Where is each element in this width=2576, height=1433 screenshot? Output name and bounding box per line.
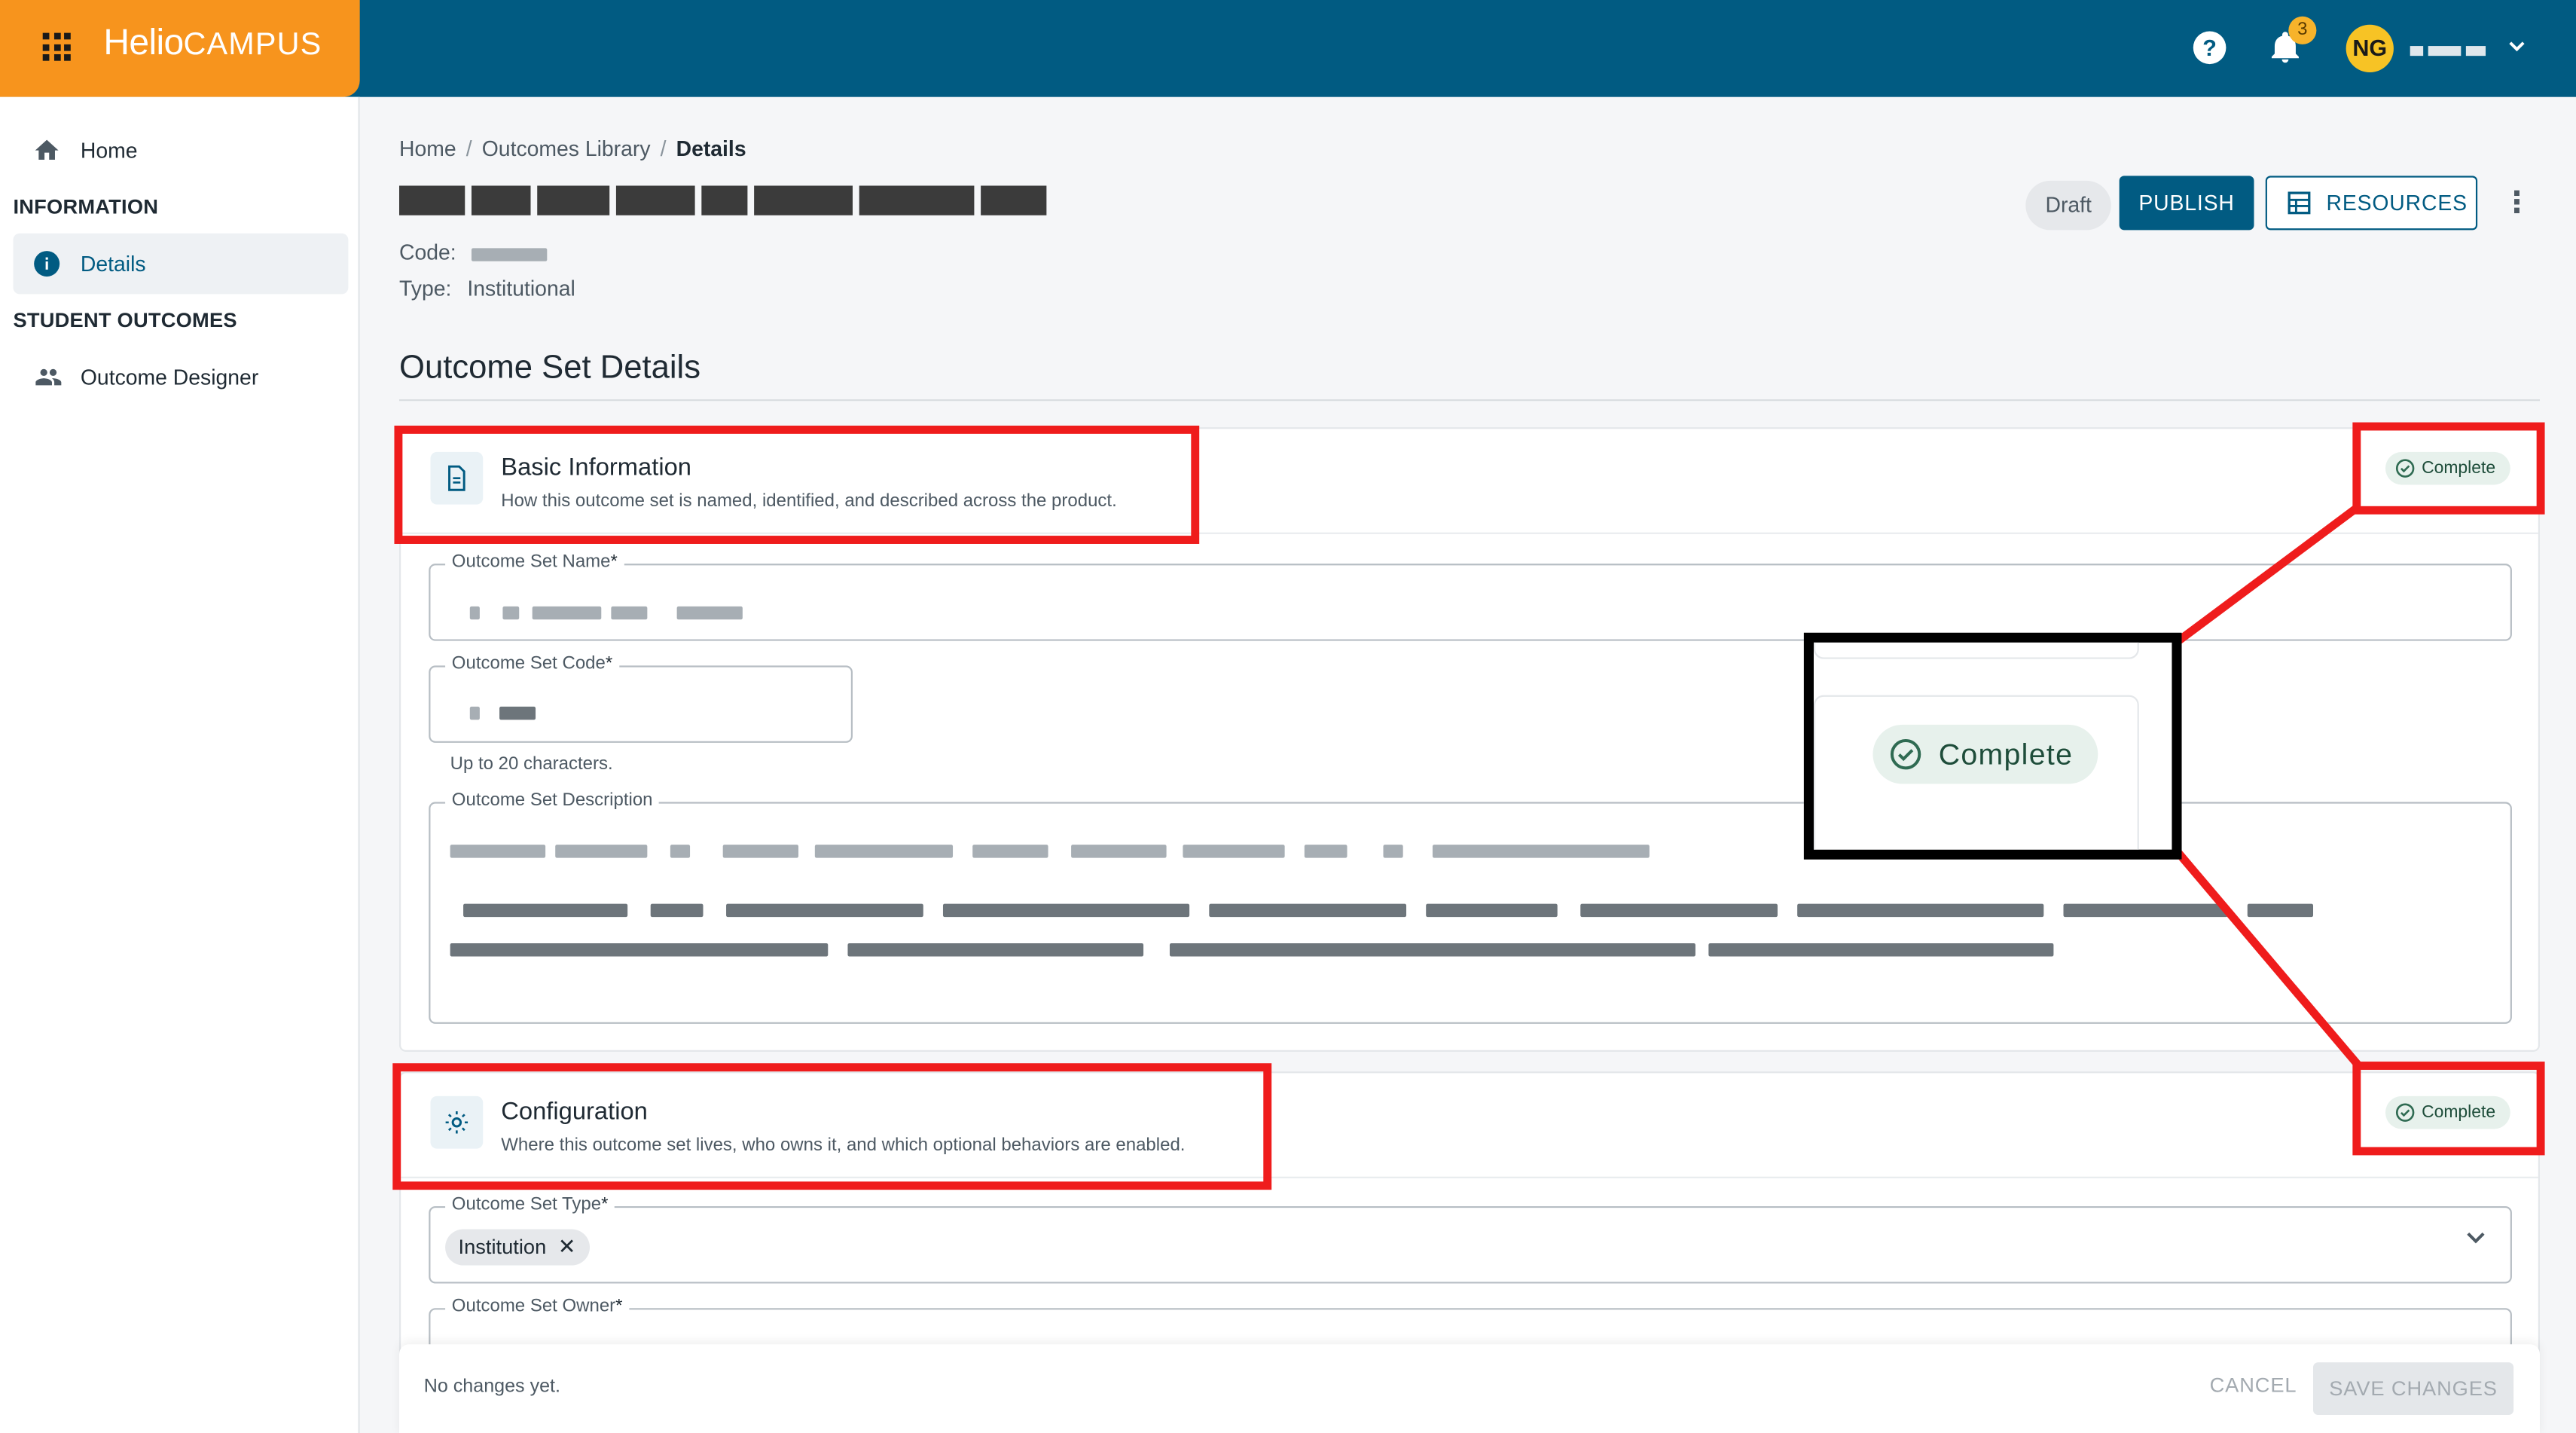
save-changes-button[interactable]: SAVE CHANGES	[2313, 1362, 2514, 1416]
field-label: Outcome Set Owner*	[445, 1296, 630, 1317]
sidebar-section-student-outcomes: STUDENT OUTCOMES	[13, 309, 237, 332]
chevron-down-icon[interactable]	[2507, 36, 2526, 61]
breadcrumb-current: Details	[676, 136, 746, 161]
breadcrumb-library-link[interactable]: Outcomes Library	[482, 136, 651, 161]
brand-area: HelioCAMPUS	[0, 0, 360, 97]
people-icon	[35, 368, 62, 386]
outcome-type-line: Type: Institutional	[399, 276, 575, 301]
highlight-basic-information-status	[2352, 422, 2545, 515]
sidebar: Home INFORMATION Details STUDENT OUTCOME…	[0, 96, 360, 1433]
outcome-code-line: Code:	[399, 240, 548, 264]
resources-button[interactable]: RESOURCES	[2265, 176, 2478, 231]
main-content: Home / Outcomes Library / Details Code: Type…	[360, 97, 2576, 1433]
cancel-button[interactable]: CANCEL	[2210, 1373, 2297, 1397]
chevron-down-icon[interactable]	[2465, 1226, 2488, 1254]
info-icon	[34, 251, 60, 277]
user-name-redacted[interactable]	[2410, 36, 2495, 60]
sidebar-item-label: Details	[80, 251, 146, 277]
highlight-basic-information-header	[394, 425, 1200, 544]
sidebar-item-label: Home	[80, 138, 138, 163]
notification-count-badge: 3	[2288, 16, 2317, 44]
outcome-set-description-field[interactable]: Outcome Set Description	[429, 790, 2512, 1024]
section-divider	[399, 399, 2541, 402]
highlight-configuration-status	[2352, 1062, 2545, 1156]
breadcrumb-separator: /	[465, 136, 472, 161]
sidebar-item-outcome-designer[interactable]: Outcome Designer	[0, 363, 360, 391]
help-icon[interactable]: ?	[2193, 31, 2227, 65]
more-options-icon[interactable]: ⋮	[2502, 182, 2532, 222]
field-value-redacted	[469, 698, 536, 728]
highlight-configuration-header	[392, 1063, 1272, 1190]
status-badge: Draft	[2025, 180, 2112, 231]
publish-button[interactable]: PUBLISH	[2119, 176, 2254, 231]
field-label: Outcome Set Description	[445, 790, 660, 811]
home-icon	[35, 139, 59, 160]
sidebar-section-information: INFORMATION	[13, 195, 159, 219]
section-title: Outcome Set Details	[399, 350, 701, 387]
zoom-card-edge	[1813, 642, 2139, 659]
user-avatar[interactable]: NG	[2346, 24, 2394, 72]
page-title-redacted	[399, 185, 1096, 222]
sidebar-item-details[interactable]: Details	[13, 233, 349, 295]
resources-label: RESOURCES	[2326, 191, 2468, 215]
type-label: Type:	[399, 276, 452, 301]
resources-icon	[2288, 191, 2311, 215]
selected-type-chip: Institution ✕	[445, 1229, 589, 1266]
sidebar-item-label: Outcome Designer	[80, 365, 259, 390]
top-navigation-bar: HelioCAMPUS ? 3 NG	[0, 0, 2576, 97]
field-label: Outcome Set Code*	[445, 654, 619, 674]
field-label: Outcome Set Type*	[445, 1194, 615, 1215]
outcome-set-type-select[interactable]: Outcome Set Type* Institution ✕	[429, 1194, 2512, 1284]
code-helper-text: Up to 20 characters.	[450, 754, 613, 775]
breadcrumb: Home / Outcomes Library / Details	[399, 136, 746, 161]
sidebar-item-home[interactable]: Home	[0, 136, 360, 164]
code-label: Code:	[399, 240, 456, 265]
breadcrumb-separator: /	[660, 136, 667, 161]
zoomed-status-callout: Complete	[1803, 632, 2182, 860]
heliocampus-logo[interactable]: HelioCAMPUS	[103, 21, 322, 64]
outcome-set-code-field[interactable]: Outcome Set Code*	[429, 654, 853, 743]
outcome-set-name-field[interactable]: Outcome Set Name*	[429, 552, 2512, 641]
field-label: Outcome Set Name*	[445, 552, 624, 573]
save-changes-bar: No changes yet. CANCEL SAVE CHANGES	[399, 1344, 2541, 1433]
change-status-text: No changes yet.	[423, 1376, 561, 1398]
remove-chip-icon[interactable]: ✕	[558, 1230, 576, 1266]
zoomed-complete-badge: Complete	[1872, 724, 2098, 784]
type-value: Institutional	[467, 276, 575, 301]
code-value-redacted	[472, 247, 548, 261]
field-value-redacted	[469, 598, 743, 628]
app-grid-icon[interactable]	[42, 32, 71, 61]
check-circle-icon	[1890, 738, 1921, 770]
breadcrumb-home-link[interactable]: Home	[399, 136, 456, 161]
